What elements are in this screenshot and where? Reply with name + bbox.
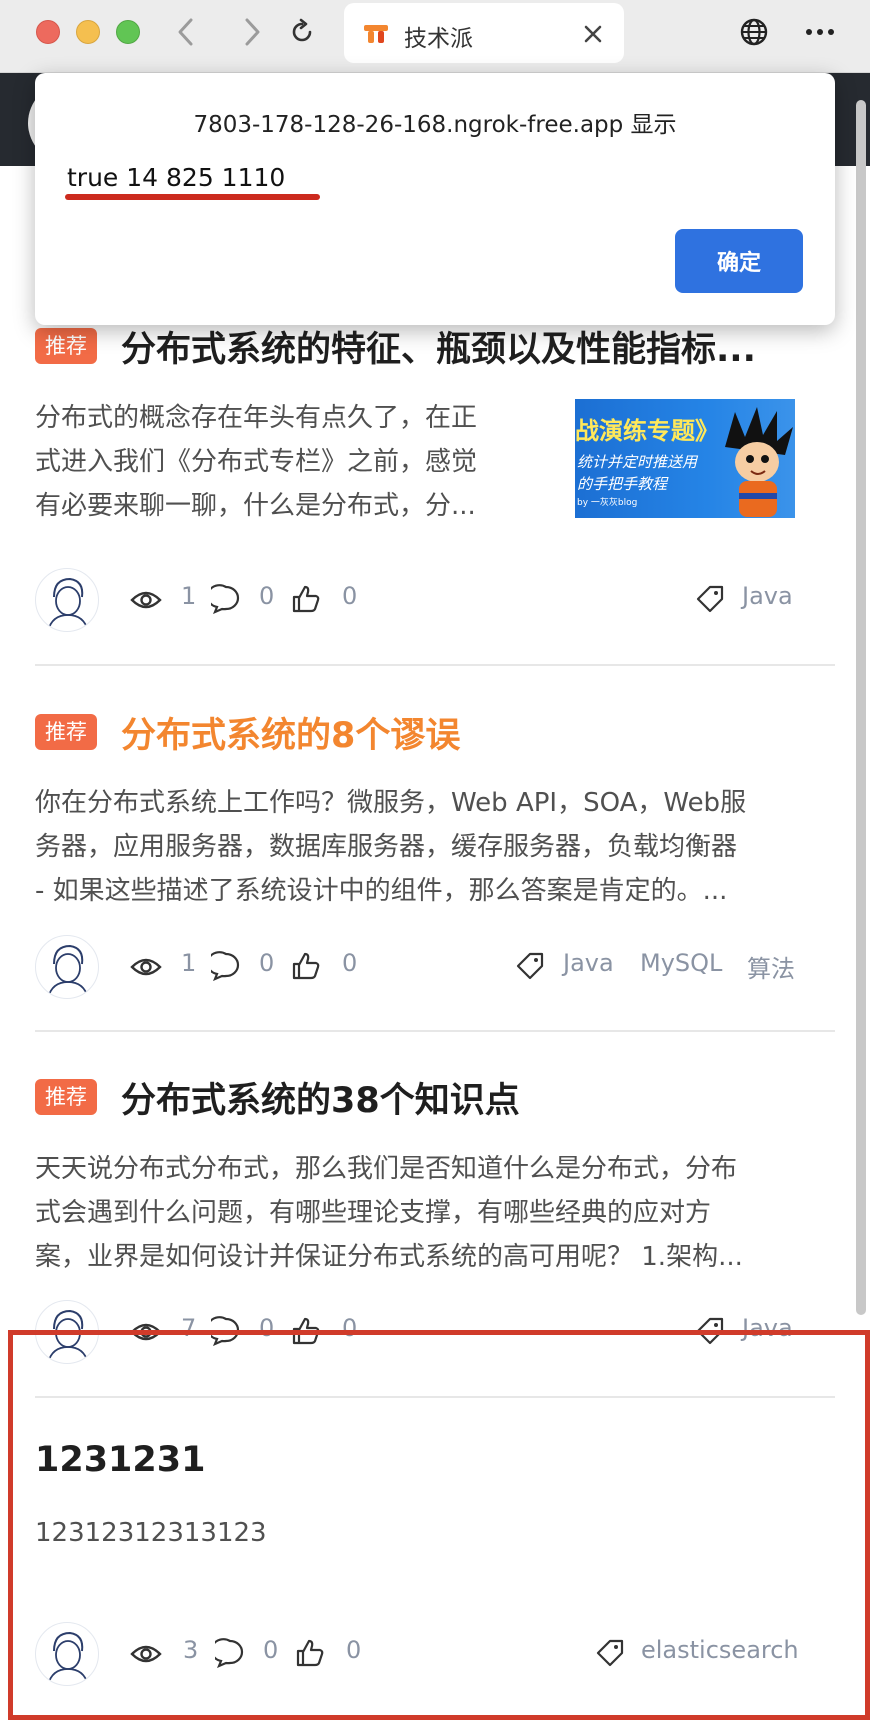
- comment-count: 0: [259, 949, 275, 977]
- comment-icon: [211, 951, 240, 981]
- chevron-right-icon: [245, 18, 260, 46]
- article-title[interactable]: 分布式系统的38个知识点: [121, 1072, 520, 1123]
- close-tab-icon[interactable]: [580, 21, 606, 47]
- article-summary: 你在分布式系统上工作吗？微服务，Web API，SOA，Web服 务器，应用服务…: [35, 788, 747, 906]
- eye-icon: [130, 591, 162, 609]
- browser-tab[interactable]: 技术派: [344, 3, 624, 63]
- article-title-row: 推荐 分布式系统的8个谬误: [35, 708, 460, 756]
- article-summary: 天天说分布式分布式，那么我们是否知道什么是分布式，分布 式会遇到什么问题，有哪些…: [35, 1154, 743, 1272]
- cartoon-character-illustration: [725, 407, 793, 517]
- author-avatar[interactable]: [35, 568, 99, 632]
- divider: [35, 1030, 835, 1032]
- article-thumbnail[interactable]: 战演练专题》 统计并定时推送用 的手把手教程 by 一灰灰blog: [575, 399, 795, 518]
- dialog-origin-label: 7803-178-128-26-168.ngrok-free.app 显示: [193, 112, 677, 138]
- underline-annotation: [65, 194, 320, 200]
- comment-count: 0: [259, 582, 275, 610]
- article-meta: 1 0 0 Java: [35, 568, 795, 632]
- tab-title: 技术派: [404, 26, 473, 52]
- alert-dialog: 7803-178-128-26-168.ngrok-free.app 显示 tr…: [35, 73, 835, 325]
- article-title-row: 推荐 分布式系统的特征、瓶颈以及性能指标...: [35, 322, 756, 370]
- like-count: 0: [342, 949, 358, 977]
- article-tag[interactable]: MySQL: [640, 949, 722, 977]
- article-tag[interactable]: Java: [563, 949, 614, 977]
- back-button[interactable]: [168, 14, 204, 50]
- recommend-badge: 推荐: [35, 1079, 97, 1115]
- like-count: 0: [342, 582, 358, 610]
- reload-icon: [292, 18, 312, 42]
- article-title[interactable]: 分布式系统的8个谬误: [121, 707, 460, 758]
- close-window-button[interactable]: [36, 20, 60, 44]
- scrollbar-thumb[interactable]: [856, 100, 866, 1315]
- article-tag[interactable]: Java: [742, 582, 793, 610]
- article-summary: 分布式的概念存在年头有点久了，在正 式进入我们《分布式专栏》之前，感觉 有必要来…: [35, 403, 478, 521]
- author-avatar[interactable]: [35, 935, 99, 999]
- highlight-annotation-box: [8, 1330, 870, 1720]
- view-count: 1: [181, 949, 197, 977]
- recommend-badge: 推荐: [35, 714, 97, 750]
- divider: [35, 664, 835, 666]
- tag-icon: [696, 585, 724, 613]
- browser-toolbar: 技术派: [0, 0, 870, 73]
- article-title-row: 推荐 分布式系统的38个知识点: [35, 1073, 520, 1121]
- thumbs-up-icon: [292, 952, 320, 980]
- thumbs-up-icon: [292, 585, 320, 613]
- ok-button[interactable]: 确定: [675, 229, 803, 293]
- globe-icon[interactable]: [738, 16, 770, 48]
- recommend-badge: 推荐: [35, 328, 97, 364]
- zoom-window-button[interactable]: [116, 20, 140, 44]
- chevron-left-icon: [178, 18, 193, 46]
- site-favicon-icon: [364, 25, 388, 43]
- more-menu-icon[interactable]: [800, 16, 840, 48]
- reload-button[interactable]: [284, 14, 320, 50]
- dialog-message: true 14 825 1110: [67, 163, 286, 192]
- eye-icon: [130, 958, 162, 976]
- tag-icon: [516, 952, 544, 980]
- view-count: 1: [181, 582, 197, 610]
- article-tag[interactable]: 算法: [747, 949, 795, 984]
- forward-button[interactable]: [234, 14, 270, 50]
- minimize-window-button[interactable]: [76, 20, 100, 44]
- article-title[interactable]: 分布式系统的特征、瓶颈以及性能指标...: [121, 321, 756, 372]
- article-meta: 1 0 0 Java MySQL 算法: [35, 935, 795, 999]
- comment-icon: [211, 584, 240, 614]
